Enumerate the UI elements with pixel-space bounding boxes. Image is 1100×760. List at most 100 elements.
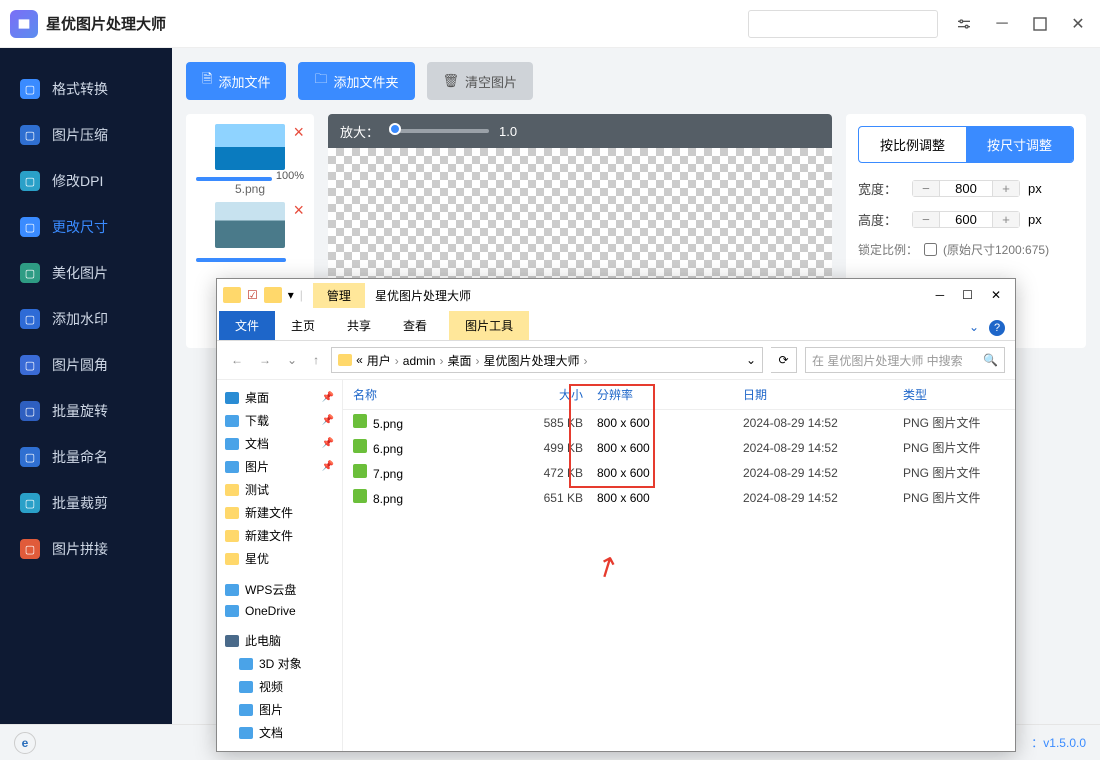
- tree-label: 3D 对象: [259, 655, 302, 672]
- maximize-icon[interactable]: [1028, 12, 1052, 36]
- nav-up-icon[interactable]: ↑: [309, 353, 323, 367]
- width-minus[interactable]: −: [913, 181, 939, 196]
- settings-icon[interactable]: [952, 12, 976, 36]
- nav-history-icon[interactable]: ⌄: [283, 353, 301, 367]
- tree-item[interactable]: 新建文件: [221, 524, 338, 547]
- thumbnail-remove-icon[interactable]: ×: [293, 200, 304, 221]
- file-row[interactable]: 6.png499 KB800 x 6002024-08-29 14:52PNG …: [343, 435, 1015, 460]
- tree-item[interactable]: 图片: [221, 698, 338, 721]
- tree-item[interactable]: 文档: [221, 721, 338, 744]
- breadcrumb-segment[interactable]: 用户: [367, 354, 403, 368]
- clear-label: 清空图片: [465, 72, 517, 91]
- breadcrumb-segment[interactable]: admin: [403, 354, 448, 368]
- tree-item[interactable]: OneDrive: [221, 601, 338, 621]
- tree-item[interactable]: 图片📌: [221, 455, 338, 478]
- sidebar-item[interactable]: ▢格式转换: [0, 66, 172, 112]
- nav-forward-icon[interactable]: →: [255, 353, 275, 367]
- overflow-icon[interactable]: ▾: [288, 288, 294, 302]
- sidebar-item[interactable]: ▢添加水印: [0, 296, 172, 342]
- close-icon[interactable]: ✕: [1066, 12, 1090, 36]
- tree-item[interactable]: 此电脑: [221, 629, 338, 652]
- chevron-down-icon[interactable]: ⌄: [969, 320, 979, 336]
- thumbnail-item[interactable]: × 100% 5.png: [196, 124, 304, 196]
- ribbon-file-tab[interactable]: 文件: [219, 311, 275, 340]
- thumbnail-item[interactable]: ×: [196, 202, 304, 248]
- help-icon[interactable]: ?: [989, 320, 1005, 336]
- tree-item[interactable]: 新建文件: [221, 501, 338, 524]
- breadcrumb-prefix: «: [356, 353, 363, 367]
- zoom-slider[interactable]: [389, 129, 489, 133]
- file-row[interactable]: 7.png472 KB800 x 6002024-08-29 14:52PNG …: [343, 460, 1015, 485]
- sidebar-item[interactable]: ▢图片压缩: [0, 112, 172, 158]
- height-minus[interactable]: −: [913, 212, 939, 227]
- tree-item[interactable]: 文档📌: [221, 432, 338, 455]
- pin-icon: 📌: [322, 415, 334, 426]
- col-type[interactable]: 类型: [903, 386, 1005, 403]
- width-plus[interactable]: +: [993, 181, 1019, 196]
- add-file-button[interactable]: 🗎添加文件: [186, 62, 286, 100]
- tree-label: 下载: [245, 412, 269, 429]
- ribbon-view-tab[interactable]: 查看: [387, 311, 443, 340]
- thumbnail-remove-icon[interactable]: ×: [293, 122, 304, 143]
- list-scroll-indicator: [196, 258, 286, 262]
- sidebar-item[interactable]: ▢批量命名: [0, 434, 172, 480]
- tree-item[interactable]: 下载 📌: [221, 409, 338, 432]
- explorer-search-input[interactable]: 在 星优图片处理大师 中搜索 🔍: [805, 347, 1005, 373]
- tree-item[interactable]: 3D 对象: [221, 652, 338, 675]
- chevron-down-icon[interactable]: ⌄: [746, 353, 756, 367]
- tree-label: 此电脑: [245, 632, 281, 649]
- lock-ratio-hint: (原始尺寸1200:675): [943, 241, 1049, 258]
- width-stepper[interactable]: − +: [912, 180, 1020, 197]
- tree-item[interactable]: 视频: [221, 675, 338, 698]
- width-input[interactable]: [939, 181, 993, 196]
- tab-ratio[interactable]: 按比例调整: [859, 127, 966, 162]
- tree-item[interactable]: 测试: [221, 478, 338, 501]
- tab-size[interactable]: 按尺寸调整: [966, 127, 1073, 162]
- ribbon-picture-tools-tab[interactable]: 图片工具: [449, 311, 529, 340]
- breadcrumb[interactable]: « 用户admin桌面星优图片处理大师 ⌄: [331, 347, 763, 373]
- height-stepper[interactable]: − +: [912, 211, 1020, 228]
- nav-back-icon[interactable]: ←: [227, 353, 247, 367]
- add-folder-button[interactable]: 🗀添加文件夹: [298, 62, 414, 100]
- height-input[interactable]: [939, 212, 993, 227]
- sidebar-icon: ▢: [20, 79, 40, 99]
- zoom-knob[interactable]: [389, 123, 401, 135]
- sidebar-icon: ▢: [20, 355, 40, 375]
- col-date[interactable]: 日期: [743, 386, 903, 403]
- sidebar-item[interactable]: ▢修改DPI: [0, 158, 172, 204]
- explorer-manage-tab[interactable]: 管理: [313, 283, 365, 308]
- browser-icon[interactable]: e: [14, 732, 36, 754]
- tree-icon: [225, 461, 239, 473]
- file-row[interactable]: 5.png585 KB800 x 6002024-08-29 14:52PNG …: [343, 410, 1015, 435]
- lock-ratio-checkbox[interactable]: [924, 243, 937, 256]
- breadcrumb-segment[interactable]: 桌面: [447, 354, 483, 368]
- explorer-minimize-icon[interactable]: ─: [936, 288, 945, 302]
- sidebar-item[interactable]: ▢图片拼接: [0, 526, 172, 572]
- ribbon-home-tab[interactable]: 主页: [275, 311, 331, 340]
- titlebar-search[interactable]: [748, 10, 938, 38]
- ribbon-share-tab[interactable]: 共享: [331, 311, 387, 340]
- tree-item[interactable]: 桌面📌: [221, 386, 338, 409]
- explorer-maximize-icon[interactable]: ☐: [962, 288, 973, 302]
- width-label: 宽度：: [858, 179, 904, 198]
- tree-item[interactable]: WPS云盘: [221, 578, 338, 601]
- tree-item[interactable]: 星优: [221, 547, 338, 570]
- file-icon: [353, 489, 367, 503]
- height-plus[interactable]: +: [993, 212, 1019, 227]
- clear-button[interactable]: 🗑清空图片: [427, 62, 534, 100]
- sidebar-item[interactable]: ▢图片圆角: [0, 342, 172, 388]
- tree-icon: [225, 507, 239, 519]
- sidebar-item[interactable]: ▢批量裁剪: [0, 480, 172, 526]
- sidebar-item[interactable]: ▢美化图片: [0, 250, 172, 296]
- refresh-icon[interactable]: ⟳: [771, 347, 797, 373]
- thumbnail-percent: 100%: [276, 170, 304, 182]
- minimize-icon[interactable]: ─: [990, 12, 1014, 36]
- sidebar-item[interactable]: ▢更改尺寸: [0, 204, 172, 250]
- explorer-close-icon[interactable]: ✕: [991, 288, 1001, 302]
- col-name[interactable]: 名称: [353, 386, 503, 403]
- folder-icon: [338, 354, 352, 366]
- sidebar-item[interactable]: ▢批量旋转: [0, 388, 172, 434]
- breadcrumb-segment[interactable]: 星优图片处理大师: [483, 354, 591, 368]
- file-row[interactable]: 8.png651 KB800 x 6002024-08-29 14:52PNG …: [343, 485, 1015, 510]
- pin-icon: 📌: [322, 438, 334, 449]
